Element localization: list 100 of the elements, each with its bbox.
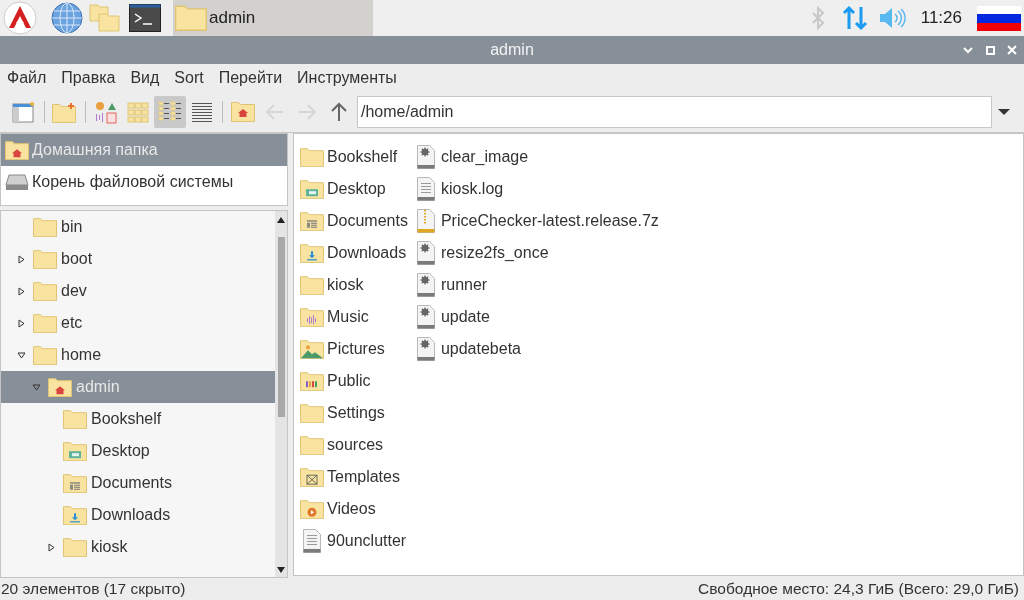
folder-icon <box>63 536 87 558</box>
new-folder-icon <box>52 101 78 123</box>
collapsed-triangle-icon[interactable] <box>17 254 26 264</box>
folder-icon <box>300 274 324 296</box>
file-item[interactable]: Pictures <box>300 333 408 365</box>
toolbar-button[interactable] <box>154 96 186 128</box>
home-folder-icon <box>48 376 72 398</box>
file-item[interactable]: kiosk <box>300 269 408 301</box>
desktop-folder-icon <box>63 440 87 462</box>
file-item[interactable]: Settings <box>300 397 408 429</box>
clock[interactable]: 11:26 <box>920 5 962 31</box>
up-down-arrows-icon[interactable] <box>841 5 868 31</box>
tree-item[interactable]: kiosk <box>1 531 275 563</box>
file-item[interactable]: runner <box>413 269 659 301</box>
places-item[interactable]: Корень файловой системы <box>1 166 287 198</box>
globe-icon[interactable] <box>51 2 83 34</box>
gear-file-icon <box>416 145 435 169</box>
tree-item[interactable]: etc <box>1 307 275 339</box>
file-item[interactable]: Desktop <box>300 173 408 205</box>
menu-item[interactable]: Файл <box>7 66 47 90</box>
file-item[interactable]: PriceChecker-latest.release.7z <box>413 205 659 237</box>
tree-item[interactable]: bin <box>1 211 275 243</box>
folder-icon <box>175 4 207 32</box>
tree-item[interactable]: Bookshelf <box>1 403 275 435</box>
folder-icon <box>33 344 57 366</box>
terminal-icon[interactable] <box>129 4 161 32</box>
speaker-icon[interactable] <box>877 6 906 30</box>
tree-item[interactable]: dev <box>1 275 275 307</box>
tree-item[interactable]: Desktop <box>1 435 275 467</box>
gear-file-icon <box>416 273 435 297</box>
collapsed-triangle-icon[interactable] <box>17 318 26 328</box>
zipper-file-icon <box>416 209 435 233</box>
pictures-folder-icon <box>300 338 324 360</box>
file-item[interactable]: Templates <box>300 461 408 493</box>
collapsed-triangle-icon[interactable] <box>47 542 56 552</box>
collapsed-triangle-icon[interactable] <box>17 286 26 296</box>
menu-item[interactable]: Правка <box>61 66 116 90</box>
downloads-folder-icon <box>63 504 87 526</box>
documents-folder-icon <box>63 472 87 494</box>
compact-list-icon <box>190 100 214 124</box>
file-item[interactable]: Bookshelf <box>300 141 408 173</box>
home-folder-icon <box>5 139 29 161</box>
file-item[interactable]: update <box>413 301 659 333</box>
file-item[interactable]: updatebeta <box>413 333 659 365</box>
file-item[interactable]: Music <box>300 301 408 333</box>
templates-folder-icon <box>300 466 324 488</box>
tree-item[interactable]: Documents <box>1 467 275 499</box>
file-item[interactable]: Downloads <box>300 237 408 269</box>
chevron-down-icon[interactable] <box>962 44 974 56</box>
file-item[interactable]: Documents <box>300 205 408 237</box>
gear-file-icon <box>416 337 435 361</box>
text-file-icon <box>416 177 435 201</box>
tree-item[interactable]: Downloads <box>1 499 275 531</box>
scroll-down-icon[interactable] <box>277 567 285 573</box>
menu-item[interactable]: Инструменты <box>297 66 397 90</box>
file-item[interactable]: resize2fs_once <box>413 237 659 269</box>
menu-item[interactable]: Перейти <box>218 66 283 90</box>
status-text: 20 элементов (17 скрыто) <box>1 579 186 600</box>
tree-item[interactable]: boot <box>1 243 275 275</box>
path-field[interactable]: /home/admin <box>357 96 992 128</box>
menu-item[interactable]: Вид <box>130 66 160 90</box>
folder-icon <box>63 408 87 430</box>
dropdown-caret-icon[interactable] <box>998 108 1010 116</box>
file-item[interactable]: clear_image <box>413 141 659 173</box>
music-folder-icon <box>300 306 324 328</box>
folder-icon <box>300 434 324 456</box>
desktop-folder-icon <box>300 178 324 200</box>
text-file-icon <box>303 529 321 553</box>
app-menu-logo-icon[interactable] <box>3 1 37 35</box>
thumbnail-view-icon <box>94 100 118 124</box>
file-item[interactable]: Public <box>300 365 408 397</box>
close-icon[interactable] <box>1006 44 1018 56</box>
folder-icon <box>300 146 324 168</box>
flag-icon[interactable] <box>977 5 1021 31</box>
taskbar-window-button[interactable]: admin <box>173 0 373 36</box>
icon-grid-icon <box>126 100 150 124</box>
tree-item[interactable]: home <box>1 339 275 371</box>
scroll-up-icon[interactable] <box>277 217 285 223</box>
expanded-triangle-icon[interactable] <box>17 350 26 360</box>
maximize-icon[interactable] <box>984 44 996 56</box>
scrollbar[interactable] <box>275 211 287 577</box>
folder-icon <box>33 248 57 270</box>
folder-icon <box>33 216 57 238</box>
gear-file-icon <box>416 305 435 329</box>
file-item[interactable]: kiosk.log <box>413 173 659 205</box>
new-window-icon <box>12 101 36 123</box>
file-item[interactable]: sources <box>300 429 408 461</box>
downloads-folder-icon <box>300 242 324 264</box>
folder-icon <box>33 280 57 302</box>
documents-folder-icon <box>300 210 324 232</box>
menu-item[interactable]: Sort <box>174 66 204 90</box>
video-folder-icon <box>300 498 324 520</box>
file-item[interactable]: 90unclutter <box>300 525 408 557</box>
window-title: admin <box>490 40 534 60</box>
file-item[interactable]: Videos <box>300 493 408 525</box>
drive-icon <box>5 173 29 191</box>
free-space-text: Свободное место: 24,3 ГиБ (Всего: 29,0 ГиБ) <box>698 579 1019 600</box>
people-folder-icon <box>300 370 324 392</box>
folder-icon <box>300 402 324 424</box>
detailed-list-icon <box>158 100 182 124</box>
